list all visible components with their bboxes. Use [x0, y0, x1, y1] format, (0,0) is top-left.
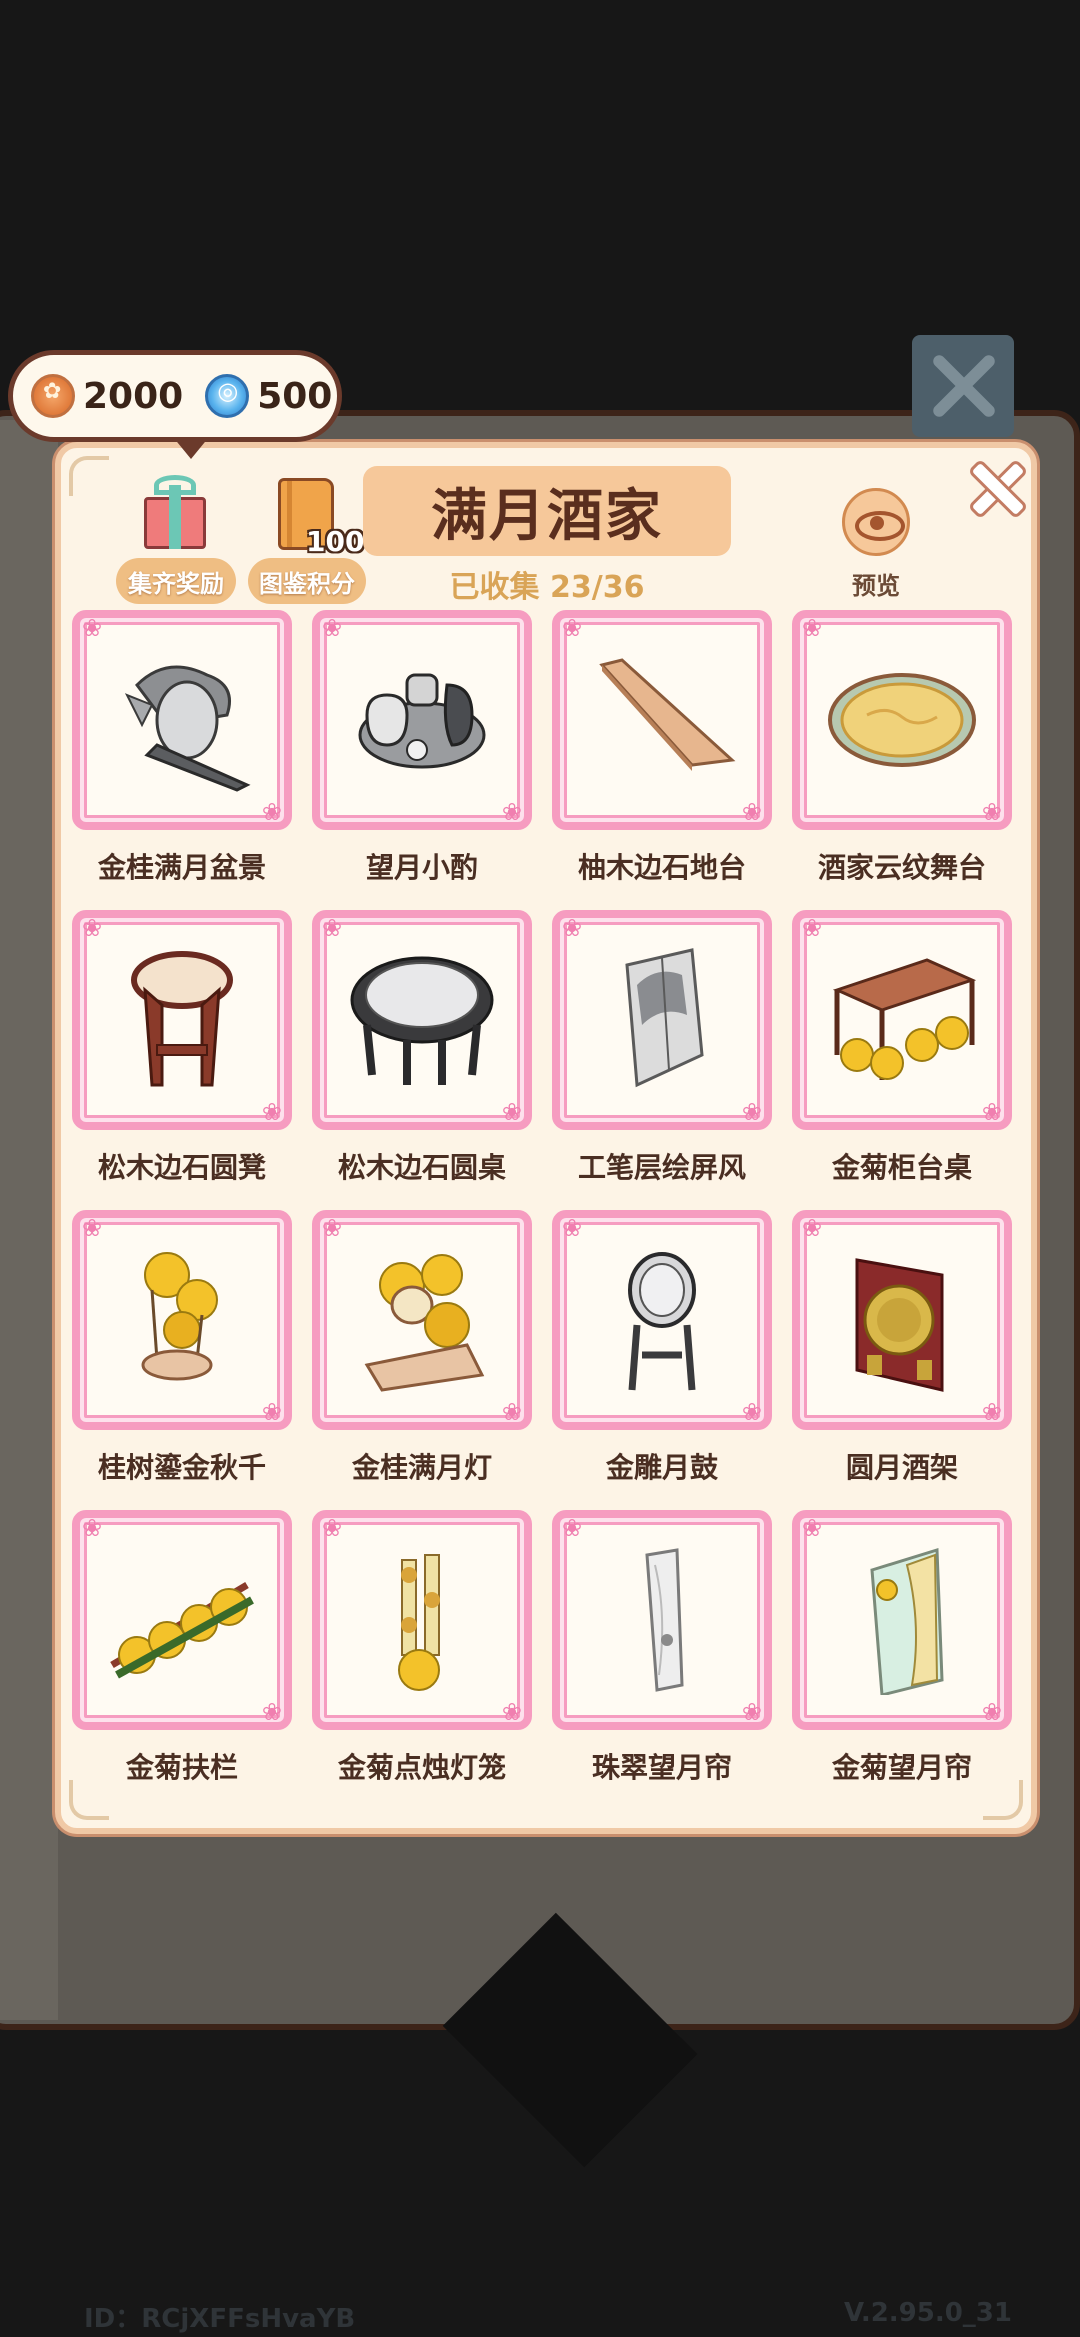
- round-stool-icon: [131, 951, 233, 1087]
- item-label: 金菊柜台桌: [831, 1151, 972, 1184]
- item-frame: [72, 910, 292, 1130]
- item-frame: [792, 910, 1012, 1130]
- round-stage-icon: [828, 673, 976, 767]
- item-label: 柚木边石地台: [577, 851, 746, 884]
- item-frame: [552, 910, 772, 1130]
- item-card[interactable]: 金菊柜台桌: [792, 910, 1012, 1198]
- item-card[interactable]: 金菊点烛灯笼: [312, 1510, 532, 1798]
- item-card[interactable]: 柚木边石地台: [552, 610, 772, 898]
- item-label: 酒家云纹舞台: [817, 851, 986, 884]
- page-title: 满月酒家: [363, 466, 731, 556]
- item-frame: [72, 610, 292, 830]
- item-card[interactable]: 金菊望月帘: [792, 1510, 1012, 1798]
- eye-icon[interactable]: [842, 488, 910, 556]
- item-label: 松木边石圆凳: [97, 1151, 266, 1184]
- version-label: V.2.95.0_31: [844, 2298, 1012, 2328]
- points-count: 100: [306, 525, 365, 558]
- collect-reward-button[interactable]: 集齐奖励: [116, 558, 236, 604]
- wood-platform-icon: [599, 658, 736, 771]
- item-label: 金桂满月盆景: [97, 851, 266, 884]
- railing-icon: [110, 1581, 254, 1679]
- reward-currency-bubble: 2000 500: [8, 350, 342, 459]
- item-card[interactable]: 金桂满月盆景: [72, 610, 292, 898]
- item-card[interactable]: 松木边石圆桌: [312, 910, 532, 1198]
- coin-amount: 2000: [83, 375, 184, 417]
- item-frame: [312, 610, 532, 830]
- item-label: 金菊点烛灯笼: [337, 1751, 506, 1784]
- background-book-spine: [0, 420, 58, 2020]
- item-label: 金桂满月灯: [351, 1451, 492, 1484]
- counter-table-icon: [832, 958, 977, 1080]
- corner-ornament: [69, 456, 109, 496]
- lantern-icon: [398, 1554, 440, 1691]
- item-label: 桂树鎏金秋千: [97, 1451, 266, 1484]
- swing-icon: [141, 1252, 218, 1381]
- item-frame: [72, 1510, 292, 1730]
- item-frame: [552, 610, 772, 830]
- drum-icon: [628, 1252, 696, 1391]
- item-card[interactable]: 松木边石圆凳: [72, 910, 292, 1198]
- item-grid: 金桂满月盆景 望月小酌 柚木边石地台: [72, 610, 1018, 1798]
- item-frame: [312, 1210, 532, 1430]
- tea-set-icon: [358, 673, 486, 769]
- gift-icon[interactable]: [140, 475, 210, 551]
- item-card[interactable]: 珠翠望月帘: [552, 1510, 772, 1798]
- item-card[interactable]: 圆月酒架: [792, 1210, 1012, 1498]
- item-frame: [552, 1210, 772, 1430]
- item-frame: [792, 1210, 1012, 1430]
- item-card[interactable]: 望月小酌: [312, 610, 532, 898]
- collection-progress: 已收集 23/36: [449, 570, 645, 605]
- item-label: 松木边石圆桌: [337, 1151, 506, 1184]
- item-label: 珠翠望月帘: [591, 1751, 732, 1784]
- item-label: 工笔层绘屏风: [577, 1151, 746, 1184]
- white-curtain-icon: [645, 1548, 684, 1692]
- item-frame: [312, 1510, 532, 1730]
- folding-screen-icon: [625, 948, 704, 1088]
- gold-curtain-icon: [870, 1547, 944, 1695]
- preview-label[interactable]: 预览: [836, 566, 916, 601]
- background-close-icon: [912, 335, 1014, 437]
- collection-points-button[interactable]: 图鉴积分: [248, 558, 366, 604]
- item-card[interactable]: 金菊扶栏: [72, 1510, 292, 1798]
- bonsai-screen-icon: [124, 665, 251, 792]
- item-frame: [792, 610, 1012, 830]
- item-label: 金雕月鼓: [605, 1451, 718, 1484]
- item-label: 金菊扶栏: [125, 1751, 238, 1784]
- item-card[interactable]: 酒家云纹舞台: [792, 610, 1012, 898]
- item-label: 望月小酌: [365, 851, 478, 884]
- item-frame: [72, 1210, 292, 1430]
- item-card[interactable]: 桂树鎏金秋千: [72, 1210, 292, 1498]
- item-card[interactable]: 工笔层绘屏风: [552, 910, 772, 1198]
- item-card[interactable]: 金桂满月灯: [312, 1210, 532, 1498]
- item-frame: [792, 1510, 1012, 1730]
- gem-amount: 500: [257, 375, 333, 417]
- item-card[interactable]: 金雕月鼓: [552, 1210, 772, 1498]
- gem-icon: [205, 374, 250, 418]
- close-button[interactable]: [965, 455, 1025, 515]
- item-frame: [552, 1510, 772, 1730]
- round-table-icon: [350, 956, 494, 1085]
- item-label: 金菊望月帘: [831, 1751, 972, 1784]
- coin-icon: [31, 374, 75, 418]
- wine-rack-icon: [855, 1258, 944, 1392]
- moon-lamp-icon: [364, 1254, 485, 1392]
- item-frame: [312, 910, 532, 1130]
- player-id: ID：RCjXFFsHvaYB: [84, 2304, 356, 2334]
- item-label: 圆月酒架: [845, 1451, 958, 1484]
